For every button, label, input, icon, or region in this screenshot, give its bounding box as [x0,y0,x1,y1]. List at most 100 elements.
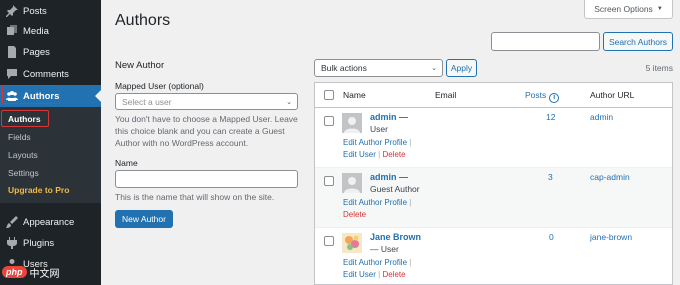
name-separator: — [399,112,409,122]
action-separator: | [409,138,412,147]
new-author-heading: New Author [115,60,165,71]
admin-sidebar: Posts Media Pages Comments Authors Autho… [0,0,101,285]
screen-options-button[interactable]: Screen Options ▼ [584,0,673,19]
search-input[interactable] [491,32,600,51]
posts-count-link[interactable]: 12 [546,112,555,122]
delete-link[interactable]: Delete [382,270,405,279]
author-url-link[interactable]: cap-admin [590,172,630,182]
avatar [342,113,362,133]
edit-author-profile-link[interactable]: Edit Author Profile [343,138,407,147]
action-separator: | [378,150,381,159]
edit-user-link[interactable]: Edit User [343,150,376,159]
search-authors-button[interactable]: Search Authors [603,32,673,51]
sidebar-item-label: Pages [23,46,50,58]
submenu-fields[interactable]: Fields [8,132,31,142]
screen-options-label: Screen Options [594,4,653,14]
author-role: — User [370,244,399,254]
name-separator: — [370,244,379,254]
author-name-link[interactable]: admin — [370,172,408,182]
row-actions: Edit Author Profile | [343,258,411,267]
avatar [342,173,362,193]
sidebar-item-posts[interactable]: Posts [0,0,101,22]
avatar [342,233,362,253]
sidebar-item-label: Appearance [23,216,75,228]
info-icon[interactable]: i [549,93,560,103]
sidebar-item-plugins[interactable]: Plugins [0,232,101,254]
name-label: Name [115,158,138,168]
pages-icon [5,45,19,59]
author-role-text: User [380,244,399,254]
site-watermark: php 中文网 [0,262,60,282]
sidebar-item-appearance[interactable]: Appearance [0,211,101,233]
sidebar-item-label: Posts [23,5,47,17]
name-separator: — [399,172,409,182]
column-author-url: Author URL [590,90,635,100]
edit-author-profile-link[interactable]: Edit Author Profile [343,258,407,267]
row-checkbox[interactable] [324,116,334,126]
mapped-user-placeholder: Select a user [122,96,172,107]
author-name-link[interactable]: admin — [370,112,408,122]
chevron-down-icon: ⌄ [431,65,437,72]
author-url-link[interactable]: jane-brown [590,232,632,242]
row-actions: Delete [343,210,366,219]
edit-author-profile-link[interactable]: Edit Author Profile [343,198,407,207]
bulk-actions-value: Bulk actions [321,63,367,73]
select-all-checkbox[interactable] [324,90,334,100]
row-actions: Edit Author Profile | [343,138,411,147]
author-name-link[interactable]: Jane Brown [370,232,421,242]
edit-user-link[interactable]: Edit User [343,270,376,279]
posts-count-link[interactable]: 3 [548,172,553,182]
column-posts-label: Posts [525,90,547,100]
items-count: 5 items [645,63,673,73]
mapped-user-select[interactable]: Select a user ⌄ [115,93,298,110]
sidebar-item-comments[interactable]: Comments [0,63,101,85]
mapped-user-help: You don't have to choose a Mapped User. … [115,114,298,148]
row-checkbox[interactable] [324,236,334,246]
action-separator: | [409,258,412,267]
media-icon [5,24,19,38]
author-url-link[interactable]: admin [590,112,613,122]
author-role: Guest Author [370,184,420,194]
table-row: admin — Guest Author Edit Author Profile… [315,168,672,228]
sidebar-item-label: Comments [23,68,69,80]
apply-button[interactable]: Apply [446,59,477,77]
delete-link[interactable]: Delete [382,150,405,159]
caret-down-icon: ▼ [656,6,663,12]
plugin-icon [5,236,19,250]
row-actions: Edit User | Delete [343,270,406,279]
comment-icon [5,67,19,81]
chevron-down-icon: ⌄ [286,99,292,106]
table-row: admin — User Edit Author Profile | Edit … [315,108,672,168]
mapped-user-label: Mapped User (optional) [115,81,204,91]
sidebar-item-pages[interactable]: Pages [0,41,101,63]
watermark-badge: php [2,266,27,278]
submenu-layouts[interactable]: Layouts [8,150,38,160]
brush-icon [5,215,19,229]
column-name: Name [343,90,366,100]
action-separator: | [409,198,412,207]
submenu-settings[interactable]: Settings [8,168,39,178]
table-header: Name Email Posts i Author URL [315,83,672,108]
author-role: User [370,124,388,134]
row-actions: Edit Author Profile | [343,198,411,207]
highlight-outline [2,85,60,104]
name-field[interactable] [115,170,298,188]
sidebar-item-media[interactable]: Media [0,20,101,42]
submenu-upgrade-to-pro[interactable]: Upgrade to Pro [8,185,69,195]
sidebar-item-label: Media [23,25,49,37]
new-author-button[interactable]: New Author [115,210,173,228]
table-row: Jane Brown — User Edit Author Profile | … [315,228,672,285]
bulk-actions-select[interactable]: Bulk actions ⌄ [314,59,443,77]
page-title: Authors [115,12,171,29]
posts-count-link[interactable]: 0 [549,232,554,242]
highlight-outline [1,110,49,127]
row-checkbox[interactable] [324,176,334,186]
watermark-text: 中文网 [29,268,60,280]
column-email: Email [435,90,457,100]
row-actions: Edit User | Delete [343,150,406,159]
authors-table: Name Email Posts i Author URL admin — Use… [314,82,673,285]
sidebar-item-label: Plugins [23,237,55,249]
delete-link[interactable]: Delete [343,210,366,219]
column-posts[interactable]: Posts i [525,90,560,103]
name-help: This is the name that will show on the s… [115,192,275,202]
